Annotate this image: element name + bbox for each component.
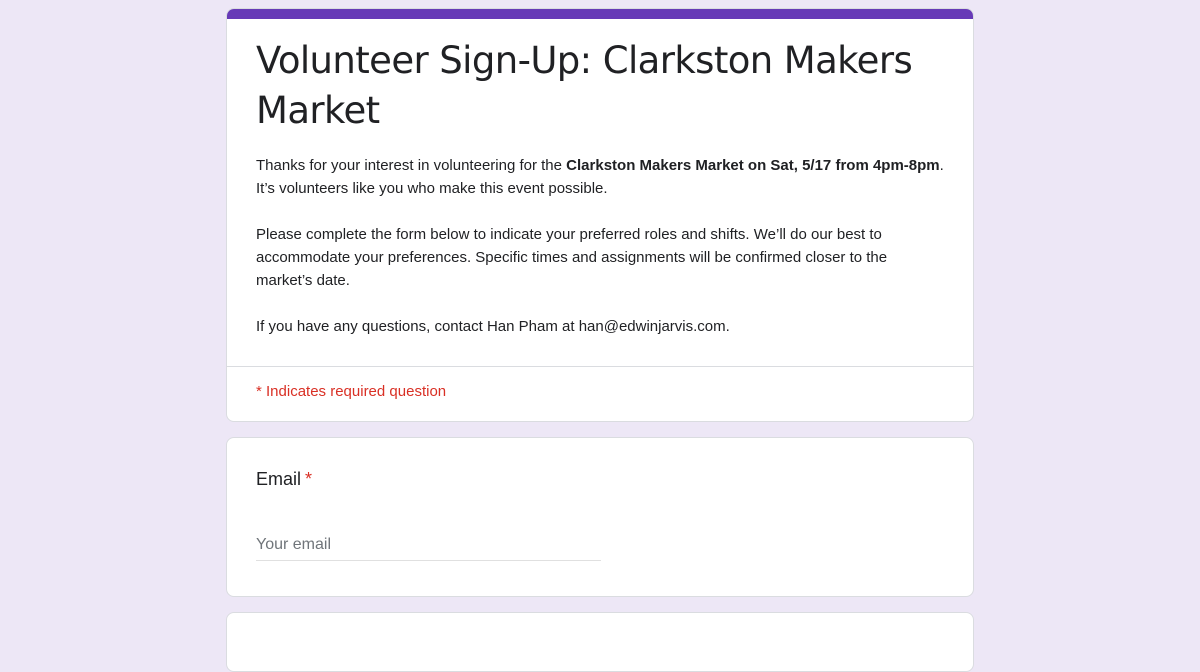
event-details: Clarkston Makers Market on Sat, 5/17 fro… [566,157,940,174]
email-input[interactable] [256,530,601,561]
email-label: Email [256,469,302,489]
description-paragraph-2: Please complete the form below to indica… [256,226,888,289]
form-header-card: Volunteer Sign-Up: Clarkston Makers Mark… [226,8,974,422]
form-description: Thanks for your interest in volunteering… [256,154,946,361]
email-question-card: Email * [226,437,974,597]
description-text: Thanks for your interest in volunteering… [256,157,567,174]
required-note: * Indicates required question [256,383,447,400]
accent-bar [227,9,973,19]
form-title: Volunteer Sign-Up: Clarkston Makers Mark… [256,39,913,132]
description-paragraph-1: Thanks for your interest in volunteering… [256,154,946,200]
header-divider [227,366,973,367]
required-asterisk: * [305,469,313,489]
description-paragraph-3: If you have any questions, contact Han P… [256,318,730,335]
next-question-card [226,612,974,672]
email-question-title: Email * [256,469,312,490]
